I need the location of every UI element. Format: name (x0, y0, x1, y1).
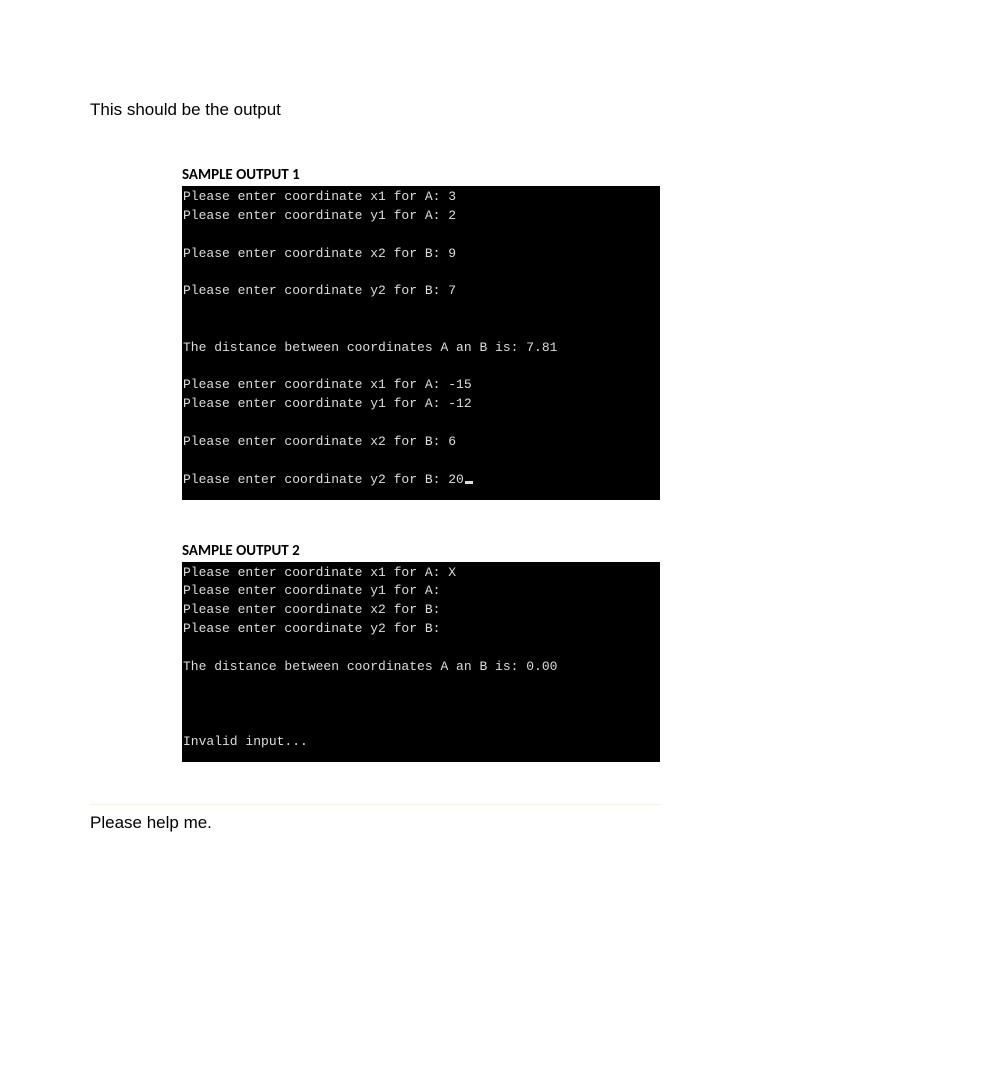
sample-output-2: SAMPLE OUTPUT 2 Please enter coordinate … (182, 542, 660, 762)
terminal-line (183, 320, 658, 339)
terminal-line (183, 414, 658, 433)
terminal-line: Please enter coordinate y2 for B: 7 (183, 282, 658, 301)
intro-text: This should be the output (90, 100, 984, 120)
terminal-line: Please enter coordinate y1 for A: -12 (183, 395, 658, 414)
sample-2-heading: SAMPLE OUTPUT 2 (182, 542, 660, 560)
sample-output-1: SAMPLE OUTPUT 1 Please enter coordinate … (182, 166, 660, 500)
sample-1-heading: SAMPLE OUTPUT 1 (182, 166, 660, 184)
cursor-icon (465, 481, 473, 484)
terminal-line: Please enter coordinate y1 for A: 2 (183, 207, 658, 226)
terminal-line (183, 695, 658, 714)
closing-text: Please help me. (90, 813, 984, 833)
terminal-line: Please enter coordinate x2 for B: (183, 601, 658, 620)
terminal-2: Please enter coordinate x1 for A: XPleas… (182, 562, 660, 762)
terminal-line: Please enter coordinate x1 for A: -15 (183, 376, 658, 395)
terminal-line (183, 452, 658, 471)
terminal-line: The distance between coordinates A an B … (183, 339, 658, 358)
terminal-line: Invalid input... (183, 733, 658, 752)
terminal-line: Please enter coordinate x1 for A: 3 (183, 188, 658, 207)
terminal-1: Please enter coordinate x1 for A: 3Pleas… (182, 186, 660, 500)
terminal-line (183, 226, 658, 245)
terminal-line (183, 301, 658, 320)
terminal-line: Please enter coordinate y1 for A: (183, 582, 658, 601)
terminal-line (183, 358, 658, 377)
terminal-line (183, 714, 658, 733)
terminal-line (183, 639, 658, 658)
divider (90, 804, 660, 805)
terminal-line: Please enter coordinate x1 for A: X (183, 564, 658, 583)
terminal-line: The distance between coordinates A an B … (183, 658, 658, 677)
terminal-line: Please enter coordinate y2 for B: 20 (183, 471, 658, 490)
terminal-line (183, 263, 658, 282)
terminal-line (183, 677, 658, 696)
terminal-line: Please enter coordinate x2 for B: 9 (183, 245, 658, 264)
terminal-line: Please enter coordinate y2 for B: (183, 620, 658, 639)
terminal-line: Please enter coordinate x2 for B: 6 (183, 433, 658, 452)
